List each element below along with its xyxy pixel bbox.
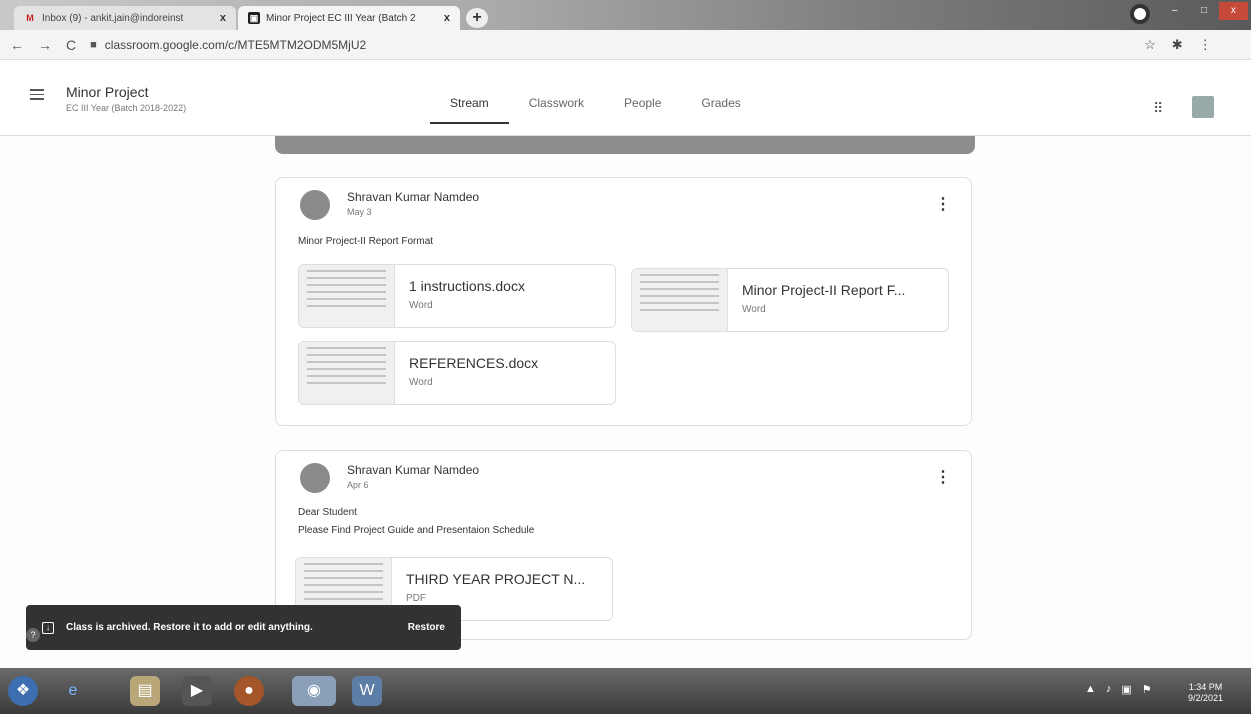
post-text: Dear Student (298, 507, 357, 518)
attachment-card[interactable]: REFERENCES.docx Word (298, 341, 616, 405)
classroom-header: Minor Project EC III Year (Batch 2018-20… (0, 60, 1251, 136)
class-banner (275, 136, 975, 154)
network-icon[interactable]: ▣ (1121, 683, 1131, 696)
avatar (300, 190, 330, 220)
attachment-type: PDF (406, 593, 426, 604)
attachment-type: Word (409, 300, 433, 311)
close-tab-icon[interactable]: x (444, 12, 450, 24)
google-apps-icon[interactable]: ⠿ (1153, 100, 1163, 117)
media-player-icon[interactable]: ▶ (182, 676, 212, 706)
tab-people[interactable]: People (604, 86, 681, 124)
more-options-icon[interactable]: ⋮ (935, 470, 951, 486)
tab-classwork[interactable]: Classwork (509, 86, 604, 124)
help-icon[interactable]: ? (26, 628, 40, 642)
snackbar-message: Class is archived. Restore it to add or … (66, 622, 313, 633)
post-date: May 3 (347, 207, 372, 217)
flag-icon[interactable]: ⚑ (1142, 683, 1152, 696)
window-controls: – □ x (1160, 2, 1248, 20)
class-title[interactable]: Minor Project (66, 84, 148, 100)
post-author: Shravan Kumar Namdeo (347, 190, 480, 204)
profile-icon[interactable] (1130, 4, 1150, 24)
reload-icon[interactable]: C (66, 37, 76, 53)
attachment-card[interactable]: Minor Project-II Report F... Word (631, 268, 949, 332)
attachment-card[interactable]: 1 instructions.docx Word (298, 264, 616, 328)
clock-date: 9/2/2021 (1188, 693, 1224, 703)
archived-snackbar: ↓ Class is archived. Restore it to add o… (26, 605, 461, 650)
restore-button[interactable]: Restore (408, 622, 445, 633)
windows-taskbar: ❖ e ▤ ▶ ● ◉ W ▲ ♪ ▣ ⚑ 1:34 PM 9/2/2021 (0, 668, 1251, 714)
file-explorer-icon[interactable]: ▤ (130, 676, 160, 706)
tab-gmail-inbox[interactable]: M Inbox (9) - ankit.jain@indoreinst x (14, 6, 236, 30)
class-subtitle: EC III Year (Batch 2018-2022) (66, 103, 187, 113)
new-tab-button[interactable]: + (466, 8, 488, 28)
stream-post: Shravan Kumar Namdeo May 3 ⋮ Minor Proje… (275, 177, 972, 426)
start-button-icon[interactable]: ❖ (8, 676, 38, 706)
url-field[interactable]: ■ classroom.google.com/c/MTE5MTM2ODM5MjU… (90, 38, 1130, 52)
minimize-button[interactable]: – (1160, 2, 1189, 20)
attachment-name: 1 instructions.docx (409, 278, 525, 294)
close-window-button[interactable]: x (1218, 2, 1248, 20)
post-author: Shravan Kumar Namdeo (347, 463, 480, 477)
word-app-icon[interactable]: W (352, 676, 382, 706)
hamburger-menu-icon[interactable] (30, 89, 44, 103)
file-thumbnail (299, 342, 395, 404)
archive-icon: ↓ (42, 621, 54, 634)
chrome-taskbar-icon[interactable]: ◉ (292, 676, 336, 706)
maximize-button[interactable]: □ (1189, 2, 1218, 20)
attachment-name: REFERENCES.docx (409, 355, 539, 371)
address-bar: ← → C ■ classroom.google.com/c/MTE5MTM2O… (0, 30, 1251, 60)
gmail-icon: M (26, 13, 34, 23)
tray-arrow-icon[interactable]: ▲ (1085, 683, 1096, 696)
file-thumbnail (299, 265, 395, 327)
lock-icon: ■ (90, 38, 97, 51)
extension-icon[interactable]: ✱ (1172, 37, 1183, 53)
system-tray: ▲ ♪ ▣ ⚑ (1085, 683, 1152, 696)
post-text: Minor Project-II Report Format (298, 236, 434, 247)
browser-menu-icon[interactable]: ⋮ (1199, 37, 1212, 53)
tab-classroom[interactable]: ▣ Minor Project EC III Year (Batch 2 x (238, 6, 460, 30)
attachment-name: Minor Project-II Report F... (742, 282, 906, 298)
post-text: Please Find Project Guide and Presentaio… (298, 525, 535, 536)
forward-icon[interactable]: → (38, 37, 52, 53)
class-nav-tabs: Stream Classwork People Grades (430, 86, 761, 124)
browser-app-icon[interactable]: ● (234, 676, 264, 706)
url-text: classroom.google.com/c/MTE5MTM2ODM5MjU2 (104, 37, 367, 52)
bookmark-star-icon[interactable]: ☆ (1144, 37, 1156, 53)
attachment-name: THIRD YEAR PROJECT N... (406, 571, 586, 587)
file-thumbnail (632, 269, 728, 331)
more-options-icon[interactable]: ⋮ (935, 197, 951, 213)
avatar (300, 463, 330, 493)
tab-label: Minor Project EC III Year (Batch 2 (266, 12, 416, 24)
classroom-icon: ▣ (248, 12, 260, 24)
tab-stream[interactable]: Stream (430, 86, 509, 124)
attachment-type: Word (409, 377, 433, 388)
tab-grades[interactable]: Grades (681, 86, 760, 124)
tab-label: Inbox (9) - ankit.jain@indoreinst (42, 12, 184, 24)
browser-tabstrip: M Inbox (9) - ankit.jain@indoreinst x ▣ … (0, 0, 1251, 30)
close-tab-icon[interactable]: x (220, 12, 226, 24)
account-avatar[interactable] (1192, 96, 1214, 118)
attachment-type: Word (742, 304, 766, 315)
internet-explorer-icon[interactable]: e (58, 676, 88, 706)
taskbar-clock[interactable]: 1:34 PM 9/2/2021 (1188, 682, 1223, 704)
volume-icon[interactable]: ♪ (1106, 683, 1112, 696)
post-date: Apr 6 (347, 480, 369, 490)
clock-time: 1:34 PM (1188, 682, 1223, 692)
back-icon[interactable]: ← (10, 37, 24, 53)
